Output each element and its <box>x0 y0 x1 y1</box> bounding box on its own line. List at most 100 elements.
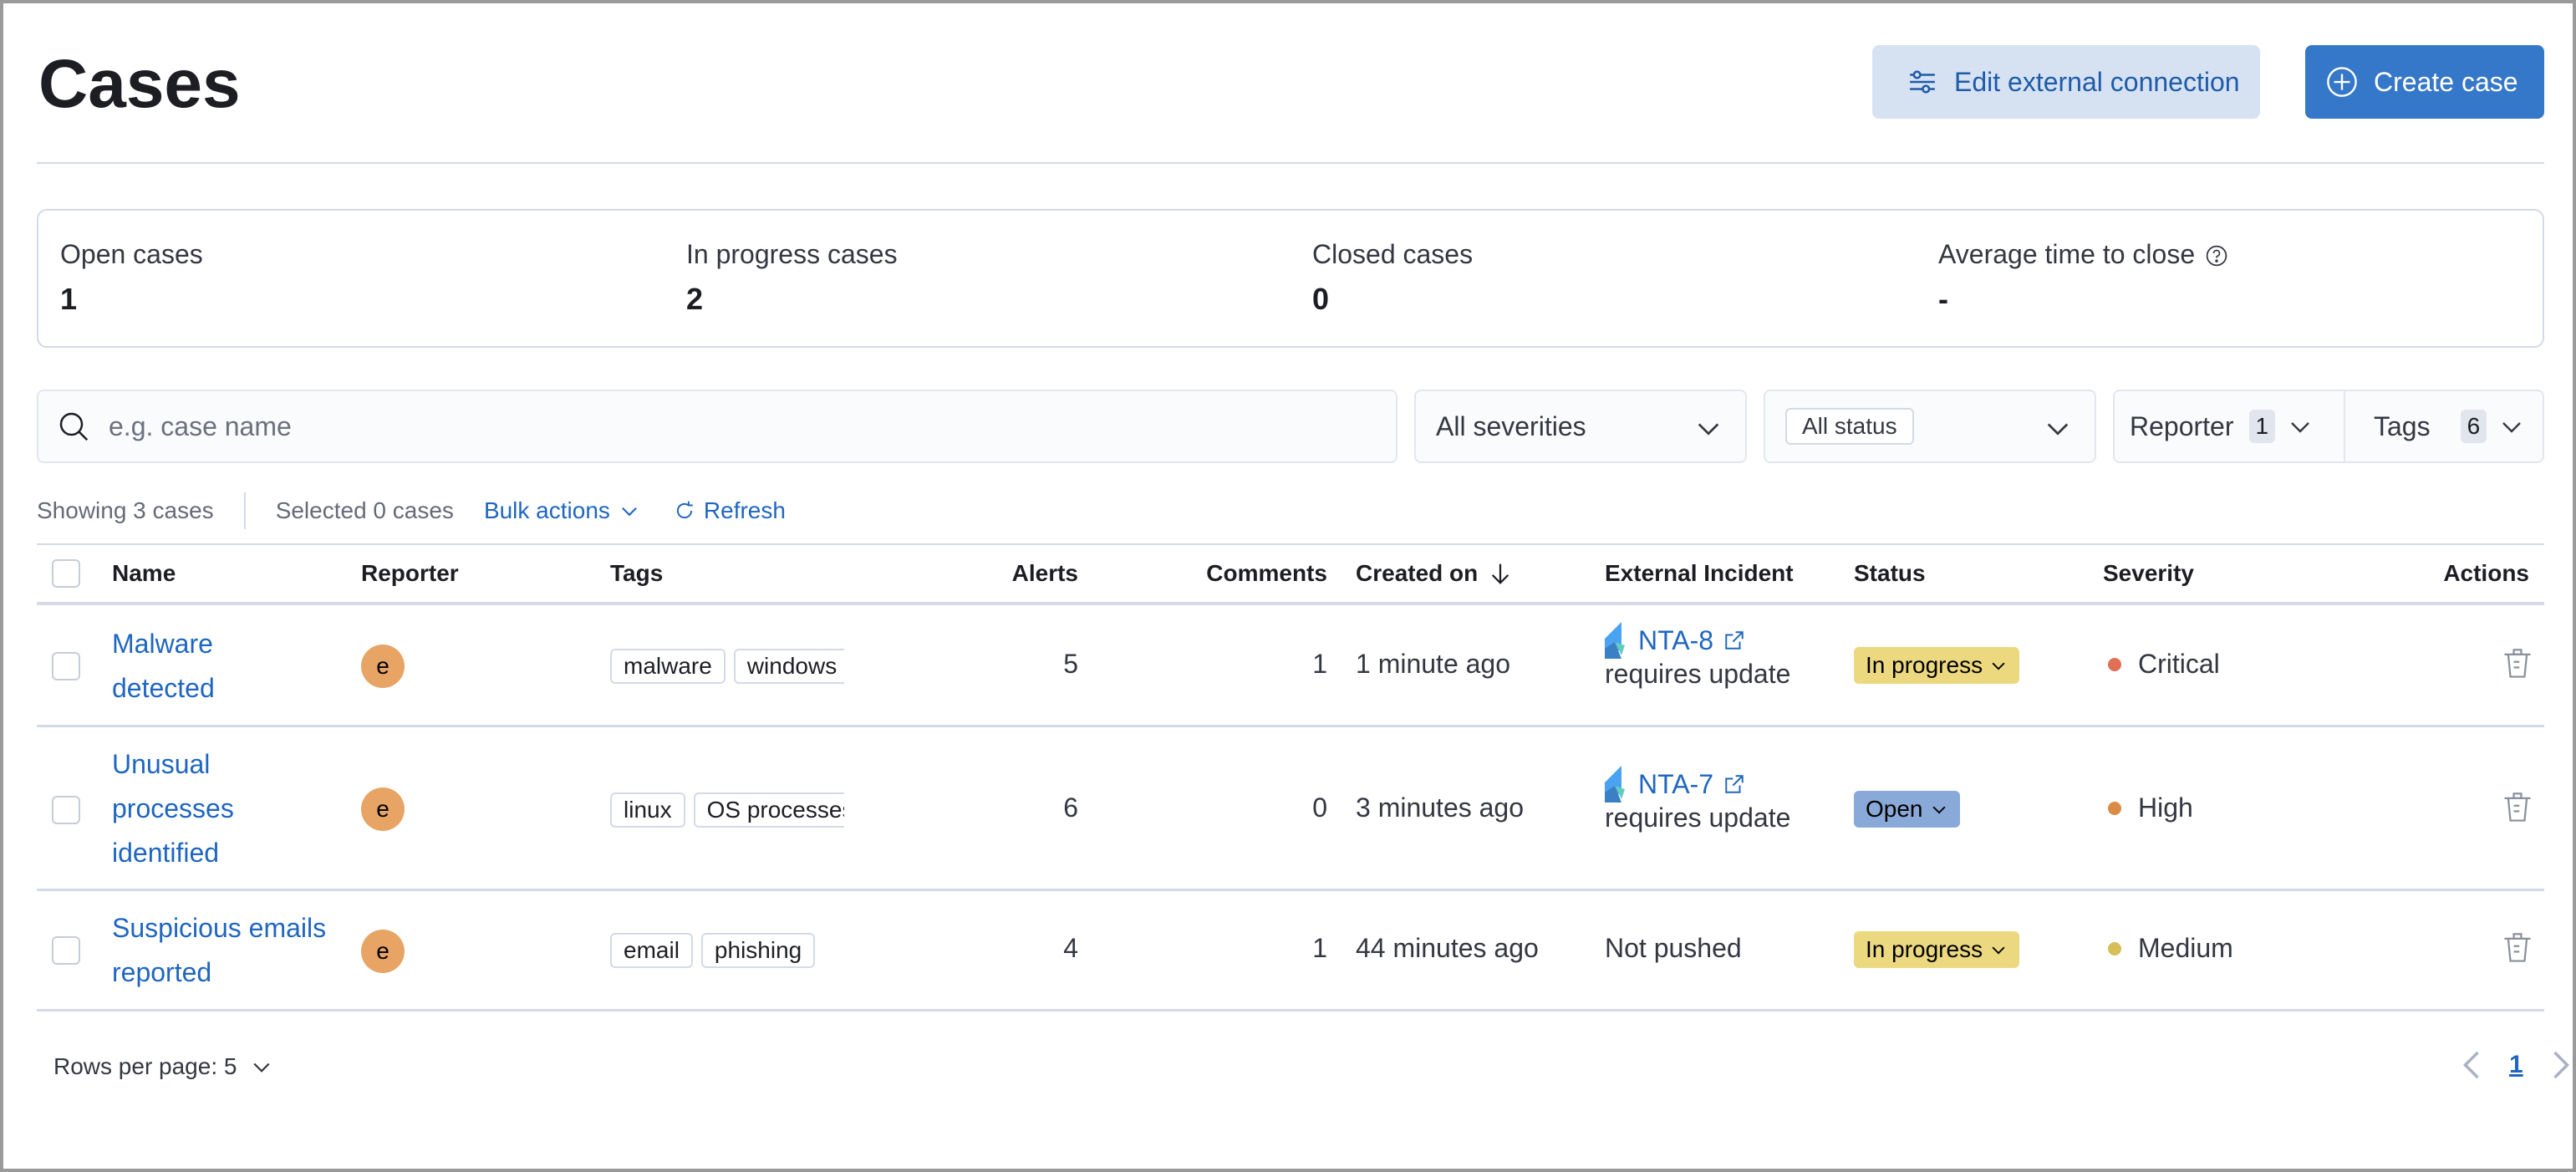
select-all-checkbox[interactable] <box>52 559 80 588</box>
reporter-filter-button[interactable]: Reporter 1 <box>2115 391 2345 461</box>
status-dropdown[interactable]: In progress <box>1854 931 2020 968</box>
tags-list: malware windows <box>610 649 844 684</box>
bulk-actions-button[interactable]: Bulk actions <box>484 497 640 524</box>
column-header-status[interactable]: Status <box>1854 560 1926 587</box>
refresh-button[interactable]: Refresh <box>674 497 786 524</box>
tag-badge[interactable]: malware <box>610 649 725 684</box>
reporter-avatar[interactable]: e <box>361 787 405 831</box>
row-checkbox[interactable] <box>52 652 80 680</box>
status-dropdown[interactable]: In progress <box>1854 647 2020 684</box>
column-header-comments[interactable]: Comments <box>1157 560 1327 587</box>
delete-case-button[interactable] <box>2502 647 2533 680</box>
reporter-avatar[interactable]: e <box>361 930 405 973</box>
column-header-created-on[interactable]: Created on <box>1356 560 1513 587</box>
severity-filter-select[interactable]: All severities <box>1414 390 1747 463</box>
column-header-alerts[interactable]: Alerts <box>906 560 1078 587</box>
created-on: 44 minutes ago <box>1356 933 1539 963</box>
selected-count: Selected 0 cases <box>275 497 454 523</box>
external-link-icon[interactable] <box>1723 773 1745 795</box>
tag-badge[interactable]: phishing <box>700 933 816 968</box>
cases-page: Cases Edit external connection Create ca… <box>37 3 2569 1079</box>
plus-circle-icon <box>2325 65 2359 99</box>
external-incident-note: requires update <box>1605 659 1791 689</box>
external-incident-link[interactable]: NTA-8 <box>1638 625 1713 656</box>
pagination: 1 <box>2459 1048 2573 1082</box>
reporter-avatar[interactable]: e <box>361 645 405 688</box>
chevron-down-icon <box>2287 413 2314 440</box>
chevron-down-icon <box>1693 413 1723 443</box>
showing-count: Showing 3 cases <box>37 497 214 523</box>
status-filter-select[interactable]: All status <box>1764 390 2096 463</box>
question-circle-icon[interactable] <box>2205 243 2228 267</box>
edit-external-connection-button[interactable]: Edit external connection <box>1872 45 2260 119</box>
external-incident-link[interactable]: NTA-7 <box>1638 769 1713 800</box>
tag-badge[interactable]: linux <box>610 792 685 828</box>
chevron-down-icon <box>253 1062 271 1073</box>
reporter-filter-label: Reporter <box>2130 410 2234 441</box>
created-on: 3 minutes ago <box>1356 792 1525 823</box>
rows-per-page-label: Rows per page: 5 <box>53 1053 237 1079</box>
rows-per-page-select[interactable]: Rows per page: 5 <box>53 1053 273 1080</box>
column-header-reporter[interactable]: Reporter <box>361 560 459 587</box>
table-row: Suspicious emails reported e email phish… <box>37 891 2544 1011</box>
created-on: 1 minute ago <box>1356 649 1511 679</box>
severity: Critical <box>2108 649 2220 680</box>
delete-case-button[interactable] <box>2502 791 2533 824</box>
delete-case-button[interactable] <box>2502 931 2533 965</box>
previous-page-icon[interactable] <box>2459 1048 2484 1082</box>
create-case-label: Create case <box>2374 66 2518 97</box>
column-header-severity[interactable]: Severity <box>2103 560 2194 587</box>
column-header-name[interactable]: Name <box>112 560 176 587</box>
page-number-button[interactable]: 1 <box>2509 1051 2523 1079</box>
tags-filter-label: Tags <box>2374 410 2431 441</box>
external-incident-note: Not pushed <box>1605 933 1742 963</box>
row-checkbox[interactable] <box>52 936 80 965</box>
case-name-link[interactable]: Suspicious emails reported <box>112 906 329 995</box>
external-incident-note: requires update <box>1605 803 1791 833</box>
chevron-down-icon <box>1932 806 1946 814</box>
trash-icon <box>2504 792 2531 822</box>
table-header-row: Name Reporter Tags Alerts Comments Creat… <box>37 543 2544 605</box>
stat-label: Closed cases <box>1312 239 1474 269</box>
tag-badge[interactable]: windows <box>733 649 844 684</box>
stat-value: 2 <box>686 282 704 316</box>
stat-value: 1 <box>60 282 78 316</box>
chevron-down-icon <box>1992 946 2005 955</box>
next-page-icon[interactable] <box>2548 1048 2573 1082</box>
tags-list: linux OS processes <box>610 792 844 828</box>
filter-group: Reporter 1 Tags 6 <box>2113 390 2544 463</box>
tags-filter-button[interactable]: Tags 6 <box>2345 391 2543 461</box>
refresh-icon <box>676 501 693 519</box>
tag-badge[interactable]: email <box>610 933 693 968</box>
case-name-link[interactable]: Unusual processes identified <box>112 742 296 875</box>
edit-external-connection-label: Edit external connection <box>1954 66 2240 97</box>
severity-label: Critical <box>2138 649 2220 679</box>
case-name-link[interactable]: Malware detected <box>112 622 296 711</box>
severity-dot <box>2108 941 2121 955</box>
comments-count: 0 <box>1312 792 1327 823</box>
refresh-label: Refresh <box>703 497 786 523</box>
comments-count: 1 <box>1312 649 1327 679</box>
severity-selected-value: All severities <box>1436 410 1586 441</box>
stat-in-progress-cases: In progress cases 2 <box>664 211 1291 346</box>
table-utility-bar: Showing 3 cases Selected 0 cases Bulk ac… <box>37 490 786 532</box>
create-case-button[interactable]: Create case <box>2305 45 2544 119</box>
column-header-tags[interactable]: Tags <box>610 560 663 587</box>
trash-icon <box>2504 649 2531 678</box>
search-input[interactable] <box>109 410 1279 442</box>
table-row: Malware detected e malware windows 5 1 1… <box>37 605 2544 727</box>
sliders-icon <box>1906 65 1939 99</box>
stat-value: - <box>1938 282 1948 316</box>
status-dropdown[interactable]: Open <box>1854 791 1960 828</box>
column-header-external-incident[interactable]: External Incident <box>1605 560 1794 587</box>
severity: High <box>2108 792 2193 823</box>
filter-bar: All severities All status Reporter 1 Tag… <box>37 390 2544 463</box>
severity-label: Medium <box>2138 933 2233 963</box>
row-checkbox[interactable] <box>52 796 80 824</box>
chevron-down-icon <box>2498 413 2525 440</box>
table-row: Unusual processes identified e linux OS … <box>37 727 2544 891</box>
tag-badge[interactable]: OS processes <box>693 792 844 828</box>
external-link-icon[interactable] <box>1723 629 1745 651</box>
status-label: Open <box>1866 796 1923 822</box>
alerts-count: 6 <box>1063 792 1078 823</box>
